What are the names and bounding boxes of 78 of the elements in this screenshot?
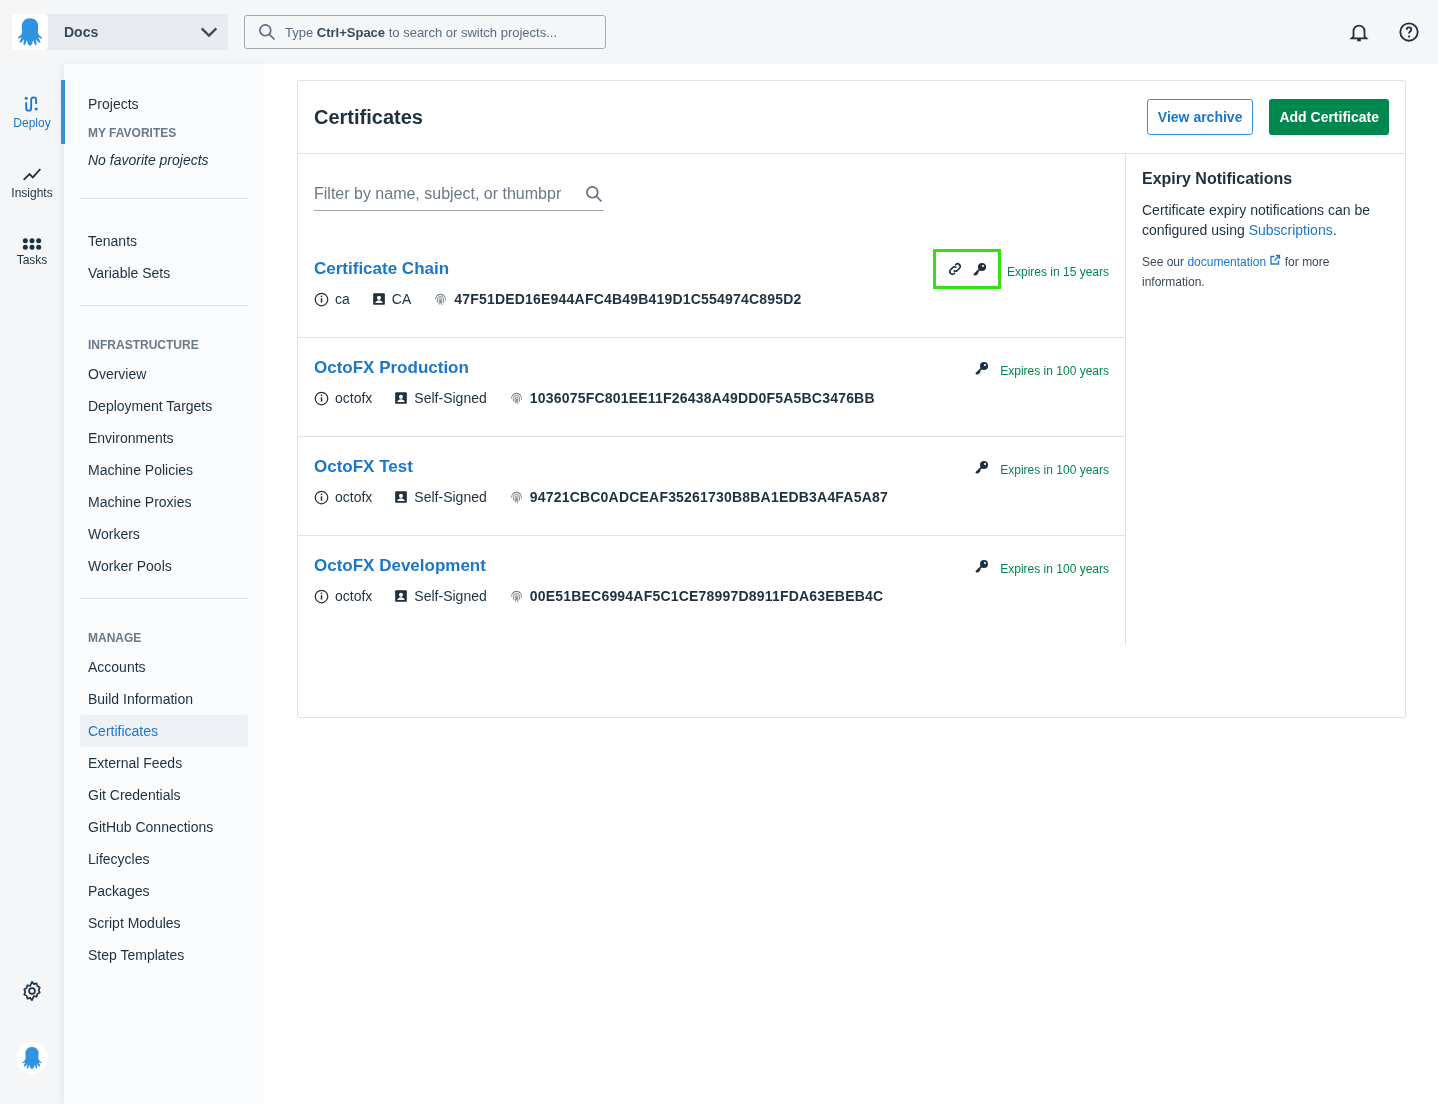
rail-item[interactable]: Insights: [0, 150, 64, 214]
octopus-logo: [12, 14, 48, 50]
nav-link[interactable]: Step Templates: [80, 939, 248, 971]
contact-card-icon: [394, 490, 409, 504]
settings-icon[interactable]: [21, 980, 43, 1002]
external-link-icon: [1269, 254, 1282, 266]
nav-link[interactable]: Environments: [80, 422, 248, 454]
certificate-type: octofx: [335, 489, 373, 505]
certificate-thumbprint: 00E51BEC6994AF5C1CE78997D8911FDA63EBEB4C: [529, 588, 884, 604]
search-field[interactable]: Type Ctrl+Space to search or switch projects...: [244, 15, 606, 49]
documentation-note: See our documentation for more information.: [1142, 253, 1331, 291]
nav-link[interactable]: Certificates: [80, 715, 248, 747]
nav-link[interactable]: Build Information: [80, 683, 248, 715]
section-heading: INFRASTRUCTURE: [87, 337, 200, 354]
fingerprint-icon: [433, 291, 449, 307]
certificate-thumbprint: 1036075FC801EE11F26438A49DD0F5A5BC3476BB: [529, 390, 875, 406]
expiry-text: Expires in 15 years: [1006, 265, 1109, 279]
contact-card-icon: [394, 589, 409, 603]
fingerprint-icon: [508, 390, 524, 406]
nav-link[interactable]: Machine Proxies: [80, 486, 248, 518]
aside-title: Expiry Notifications: [1142, 170, 1294, 188]
aside-text: Certificate expiry notifications can be configured using Subscriptions.: [1142, 201, 1371, 240]
expiry-text: Expires in 100 years: [1000, 364, 1109, 378]
nav-link[interactable]: Git Credentials: [80, 779, 248, 811]
nav-link[interactable]: Packages: [80, 875, 248, 907]
nav-link[interactable]: Deployment Targets: [80, 390, 248, 422]
documentation-link[interactable]: documentation: [1187, 255, 1282, 269]
nav-link[interactable]: Accounts: [80, 651, 248, 683]
certificate-thumbprint: 94721CBC0ADCEAF35261730B8BA1EDB3A4FA5A87: [529, 489, 888, 505]
nav-link[interactable]: Projects: [80, 88, 248, 120]
section-heading: MANAGE: [87, 630, 143, 647]
octopus-avatar[interactable]: [16, 1042, 48, 1074]
nav-link[interactable]: External Feeds: [80, 747, 248, 779]
contact-card-icon: [371, 292, 386, 306]
certificate-type: octofx: [335, 588, 373, 604]
page-title: Certificates: [314, 105, 424, 129]
nav-link[interactable]: Workers: [80, 518, 248, 550]
nav-link[interactable]: Machine Policies: [80, 454, 248, 486]
certificate-issuer: Self-Signed: [414, 489, 487, 505]
certificate-name-link[interactable]: OctoFX Test: [314, 457, 413, 477]
nav-link[interactable]: Script Modules: [80, 907, 248, 939]
grid-dots-icon: [22, 237, 42, 251]
view-archive-button[interactable]: View archive: [1146, 99, 1254, 135]
certificate-issuer: Self-Signed: [414, 390, 487, 406]
expiry-text: Expires in 100 years: [1000, 463, 1109, 477]
info-icon: [314, 588, 329, 604]
nav-link[interactable]: Variable Sets: [80, 257, 248, 289]
add-certificate-button[interactable]: Add Certificate: [1269, 99, 1389, 135]
nav-link[interactable]: Worker Pools: [80, 550, 248, 582]
rail-item[interactable]: Tasks: [0, 220, 64, 284]
rail-item[interactable]: Deploy: [0, 80, 64, 144]
fingerprint-icon: [508, 489, 524, 505]
nav-link[interactable]: Lifecycles: [80, 843, 248, 875]
subscriptions-link[interactable]: Subscriptions: [1248, 222, 1333, 238]
expiry-text: Expires in 100 years: [1000, 562, 1109, 576]
space-name: Docs: [63, 24, 100, 40]
filter-field[interactable]: Filter by name, subject, or thumbpr: [314, 185, 584, 203]
fingerprint-icon: [508, 588, 524, 604]
empty-note: No favorite projects: [87, 151, 210, 170]
certificate-type: octofx: [335, 390, 373, 406]
search-icon: [257, 22, 277, 42]
info-icon: [314, 390, 329, 406]
certificate-thumbprint: 47F51DED16E944AFC4B49B419D1C554974C895D2: [454, 291, 802, 307]
nav-link[interactable]: GitHub Connections: [80, 811, 248, 843]
certificate-name-link[interactable]: OctoFX Development: [314, 556, 486, 576]
certificate-name-link[interactable]: Certificate Chain: [314, 259, 450, 279]
nav-link[interactable]: Tenants: [80, 225, 248, 257]
certificate-type: ca: [335, 291, 350, 307]
nav-link[interactable]: Overview: [80, 358, 248, 390]
space-switcher[interactable]: Docs: [12, 14, 228, 50]
info-icon: [314, 489, 329, 505]
section-heading: MY FAVORITES: [87, 125, 178, 142]
search-icon: [584, 184, 604, 204]
info-icon: [314, 291, 329, 307]
certificate-name-link[interactable]: OctoFX Production: [314, 358, 469, 378]
certificate-issuer: Self-Signed: [414, 588, 487, 604]
certificate-issuer: CA: [391, 291, 412, 307]
contact-card-icon: [394, 391, 409, 405]
